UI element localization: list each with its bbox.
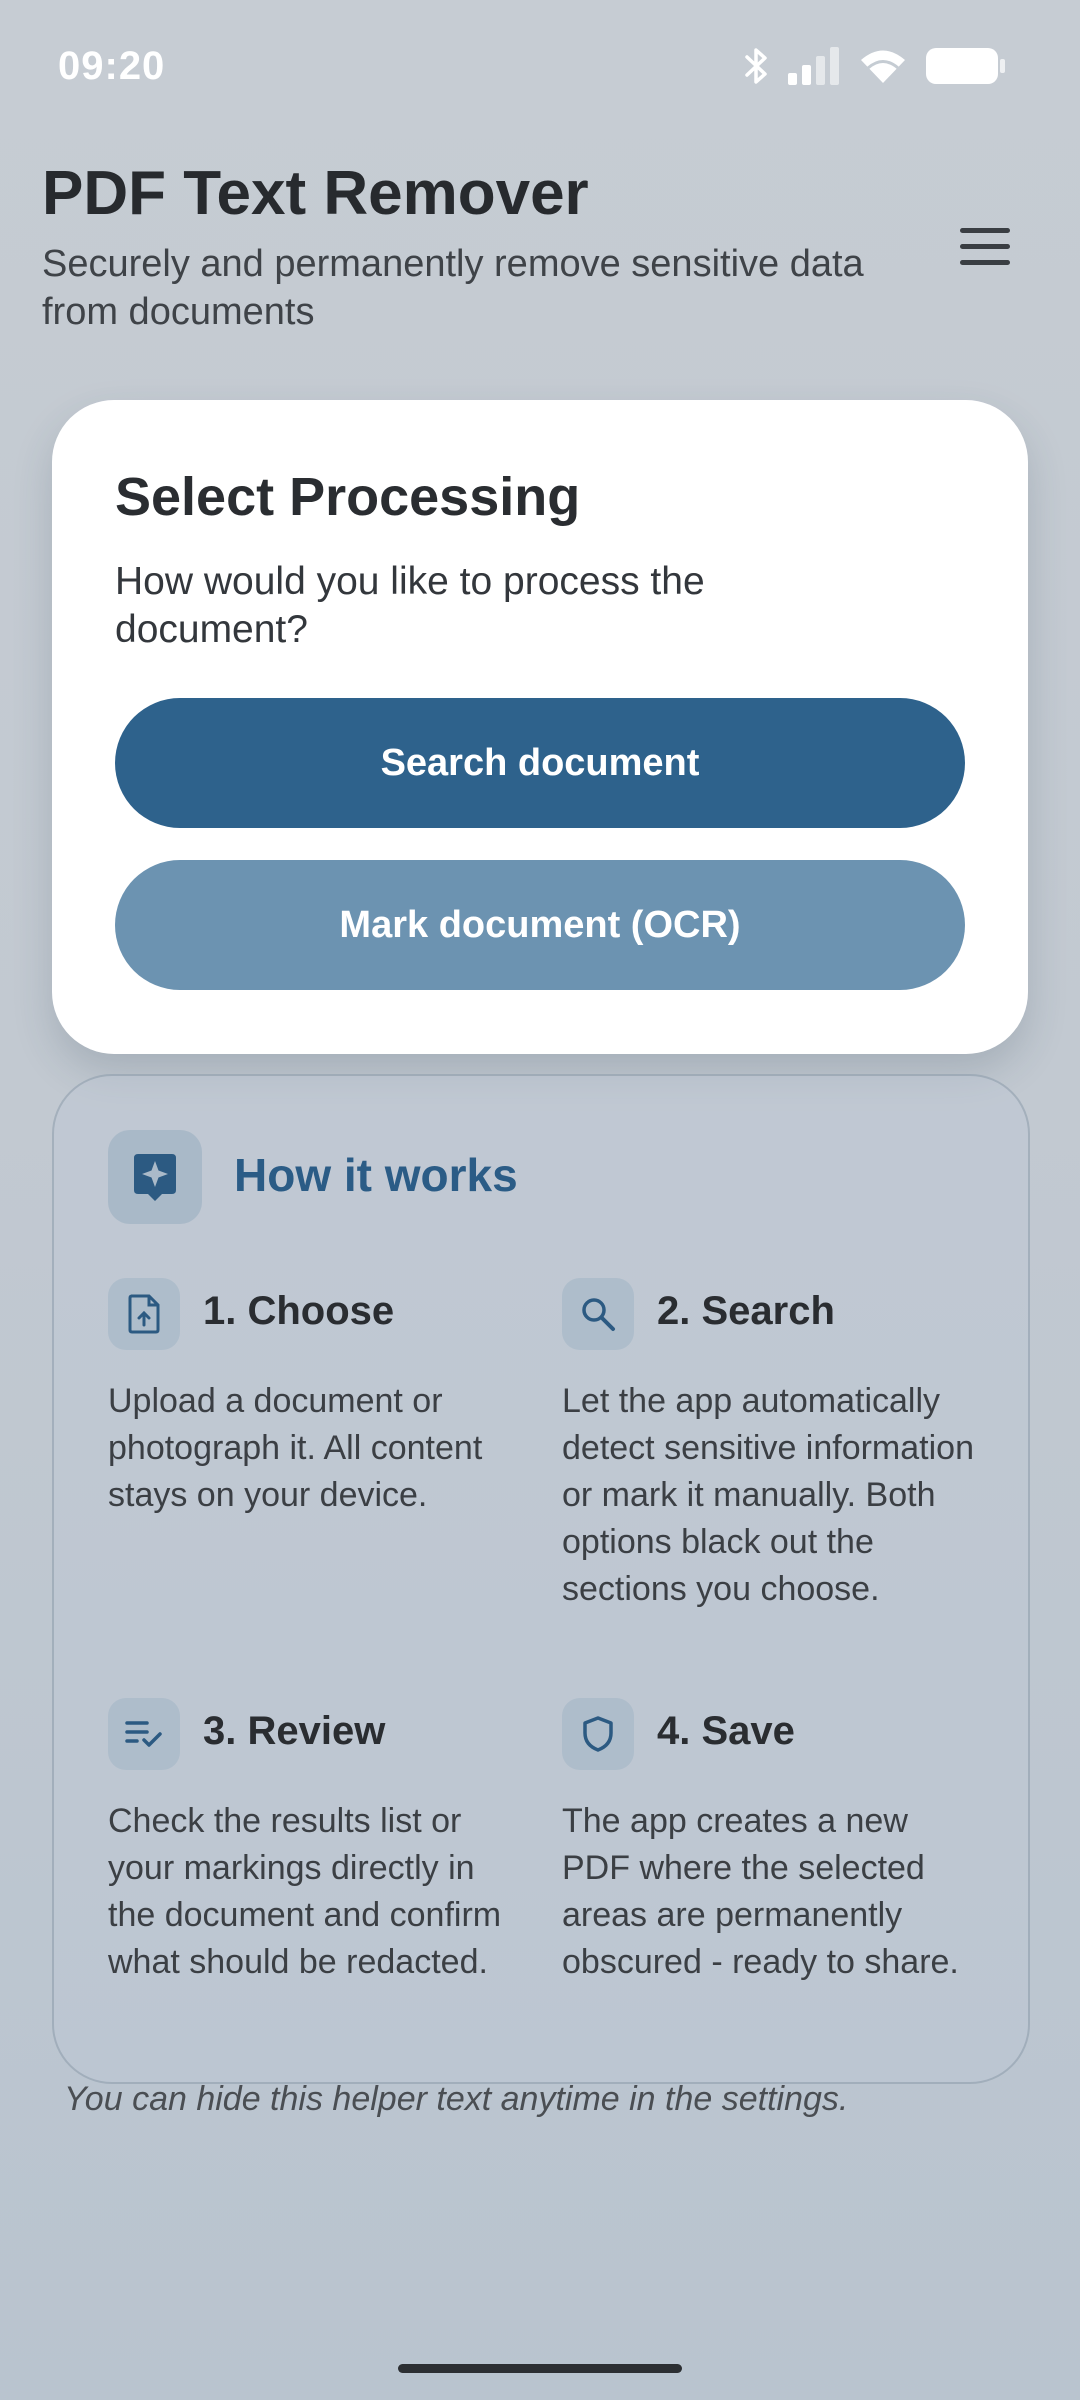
home-indicator[interactable] xyxy=(398,2364,682,2373)
bluetooth-icon xyxy=(745,48,767,84)
card-question: How would you like to process the docume… xyxy=(115,560,705,651)
step-text: Let the app automatically detect sensiti… xyxy=(562,1382,974,1608)
how-it-works-title: How it works xyxy=(234,1149,518,1201)
sparkle-icon xyxy=(108,1130,202,1224)
card-title: Select Processing xyxy=(115,467,581,527)
status-time: 09:20 xyxy=(58,44,166,88)
app-subtitle: Securely and permanently remove sensitiv… xyxy=(42,243,864,333)
step-text: Upload a document or photograph it. All … xyxy=(108,1382,483,1514)
hamburger-menu-icon[interactable] xyxy=(955,222,1015,272)
status-icons xyxy=(744,44,1006,88)
wifi-icon xyxy=(861,50,905,83)
signal-icon xyxy=(788,47,839,85)
step-title: 4. Save xyxy=(657,1709,795,1753)
select-processing-card: Select Processing How would you like to … xyxy=(52,400,1028,1054)
battery-icon xyxy=(926,48,1005,84)
upload-file-icon xyxy=(108,1278,180,1350)
helper-footnote: You can hide this helper text anytime in… xyxy=(64,2080,849,2118)
step-text: The app creates a new PDF where the sele… xyxy=(562,1802,959,1981)
status-bar: 09:20 xyxy=(0,0,1080,135)
search-document-button[interactable]: Search document xyxy=(115,698,965,828)
checklist-icon xyxy=(108,1698,180,1770)
search-icon xyxy=(562,1278,634,1350)
step-title: 2. Search xyxy=(657,1289,835,1333)
how-it-works-panel: How it works 1. Choose Upload a document… xyxy=(52,1074,1030,2084)
step-title: 1. Choose xyxy=(203,1289,395,1333)
step-text: Check the results list or your markings … xyxy=(108,1802,502,1981)
shield-icon xyxy=(562,1698,634,1770)
app-title: PDF Text Remover xyxy=(42,159,589,228)
mark-document-ocr-button[interactable]: Mark document (OCR) xyxy=(115,860,965,990)
step-title: 3. Review xyxy=(203,1709,386,1753)
